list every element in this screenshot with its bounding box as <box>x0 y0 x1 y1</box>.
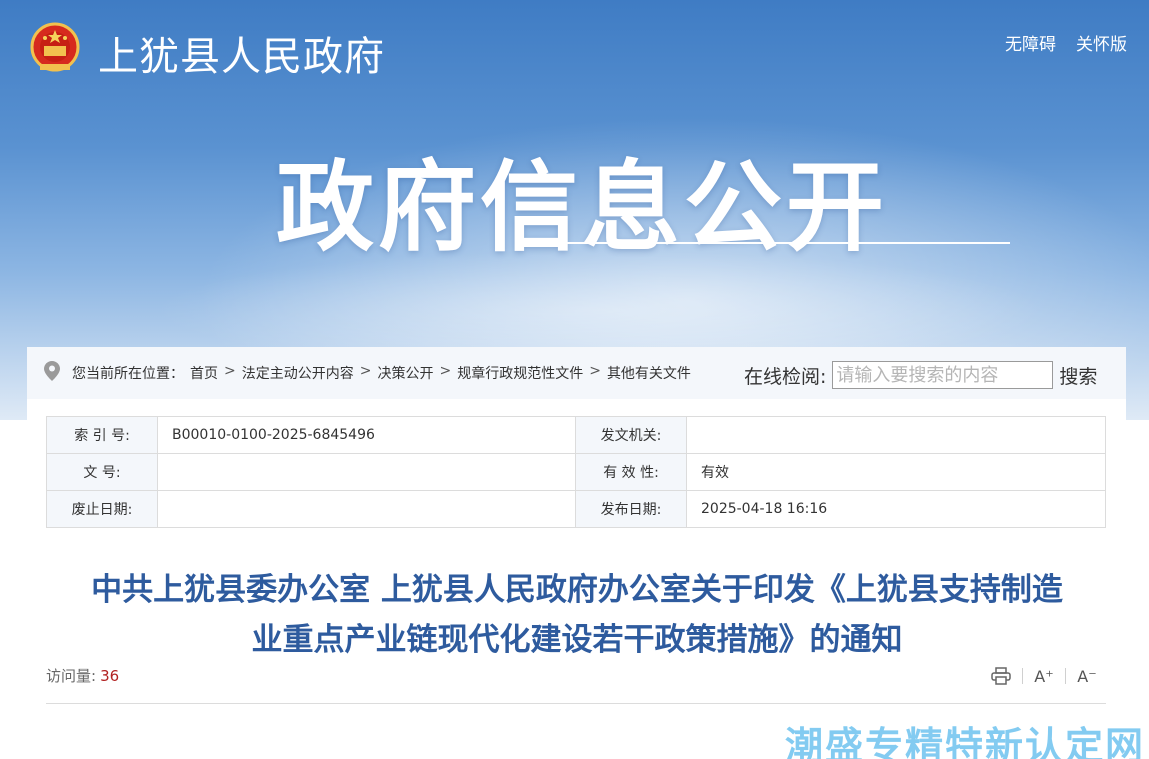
content-divider <box>46 703 1106 704</box>
expiry-date-value <box>157 490 576 528</box>
index-number-label: 索 引 号: <box>46 416 158 454</box>
accessibility-link[interactable]: 无障碍 <box>1005 30 1056 55</box>
publish-date-value: 2025-04-18 16:16 <box>686 490 1106 528</box>
article-title-line-2: 业重点产业链现代化建设若干政策措施》的通知 <box>251 622 903 658</box>
breadcrumb-regulations[interactable]: 规章行政规范性文件 <box>457 363 583 383</box>
hero-underline <box>520 242 1010 244</box>
search-area: 在线检阅: 搜索 <box>744 361 1097 389</box>
print-icon <box>991 667 1011 685</box>
location-pin-icon <box>44 361 60 381</box>
expiry-date-label: 废止日期: <box>46 490 158 528</box>
watermark: 潮盛专精特新认定网 <box>784 724 1145 759</box>
validity-value: 有效 <box>686 453 1106 491</box>
issuer-label: 发文机关: <box>575 416 687 454</box>
article-tools: A⁺ A⁻ <box>990 665 1098 687</box>
elderly-mode-link[interactable]: 关怀版 <box>1076 30 1127 55</box>
article-title: 中共上犹县委办公室 上犹县人民政府办公室关于印发《上犹县支持制造 业重点产业链现… <box>46 565 1108 665</box>
table-row: 索 引 号: B00010-0100-2025-6845496 发文机关: <box>46 416 1106 454</box>
breadcrumb-bar: 您当前所在位置： 首页 > 法定主动公开内容 > 决策公开 > 规章行政规范性文… <box>27 347 1126 399</box>
publish-date-label: 发布日期: <box>575 490 687 528</box>
font-smaller-button[interactable]: A⁻ <box>1076 665 1098 687</box>
breadcrumb-other-documents[interactable]: 其他有关文件 <box>607 363 691 383</box>
doc-number-value <box>157 453 576 491</box>
table-row: 废止日期: 发布日期: 2025-04-18 16:16 <box>46 490 1106 528</box>
breadcrumb-separator: > <box>359 363 372 379</box>
index-number-value: B00010-0100-2025-6845496 <box>157 416 576 454</box>
validity-label: 有 效 性: <box>575 453 687 491</box>
visit-count-value: 36 <box>100 667 120 685</box>
breadcrumb-statutory-content[interactable]: 法定主动公开内容 <box>242 363 354 383</box>
print-button[interactable] <box>990 665 1012 687</box>
tool-divider <box>1065 668 1066 684</box>
visit-count: 访问量: 36 <box>46 665 119 686</box>
hero-title: 政府信息公开 <box>276 151 889 265</box>
search-button[interactable]: 搜索 <box>1059 362 1097 389</box>
tool-divider <box>1022 668 1023 684</box>
breadcrumb-separator: > <box>224 363 236 379</box>
top-links: 无障碍 关怀版 <box>1005 30 1127 55</box>
issuer-value <box>686 416 1106 454</box>
font-larger-button[interactable]: A⁺ <box>1033 665 1055 687</box>
site-name[interactable]: 上犹县人民政府 <box>98 24 385 82</box>
table-row: 文 号: 有 效 性: 有效 <box>46 453 1106 491</box>
search-label: 在线检阅: <box>744 365 827 388</box>
breadcrumb-separator: > <box>589 363 601 379</box>
national-emblem-icon <box>30 22 80 72</box>
doc-number-label: 文 号: <box>46 453 158 491</box>
breadcrumb: 您当前所在位置： 首页 > 法定主动公开内容 > 决策公开 > 规章行政规范性文… <box>72 363 691 383</box>
breadcrumb-separator: > <box>439 363 452 379</box>
breadcrumb-prefix: 您当前所在位置： <box>72 366 184 382</box>
search-input[interactable] <box>832 361 1054 389</box>
visit-count-label: 访问量: <box>46 667 97 685</box>
article-title-line-1: 中共上犹县委办公室 上犹县人民政府办公室关于印发《上犹县支持制造 <box>91 572 1063 608</box>
breadcrumb-decision-disclosure[interactable]: 决策公开 <box>377 363 433 383</box>
breadcrumb-home[interactable]: 首页 <box>190 363 218 383</box>
document-info-table: 索 引 号: B00010-0100-2025-6845496 发文机关: 文 … <box>46 416 1106 528</box>
content-panel: 您当前所在位置： 首页 > 法定主动公开内容 > 决策公开 > 规章行政规范性文… <box>27 347 1126 759</box>
